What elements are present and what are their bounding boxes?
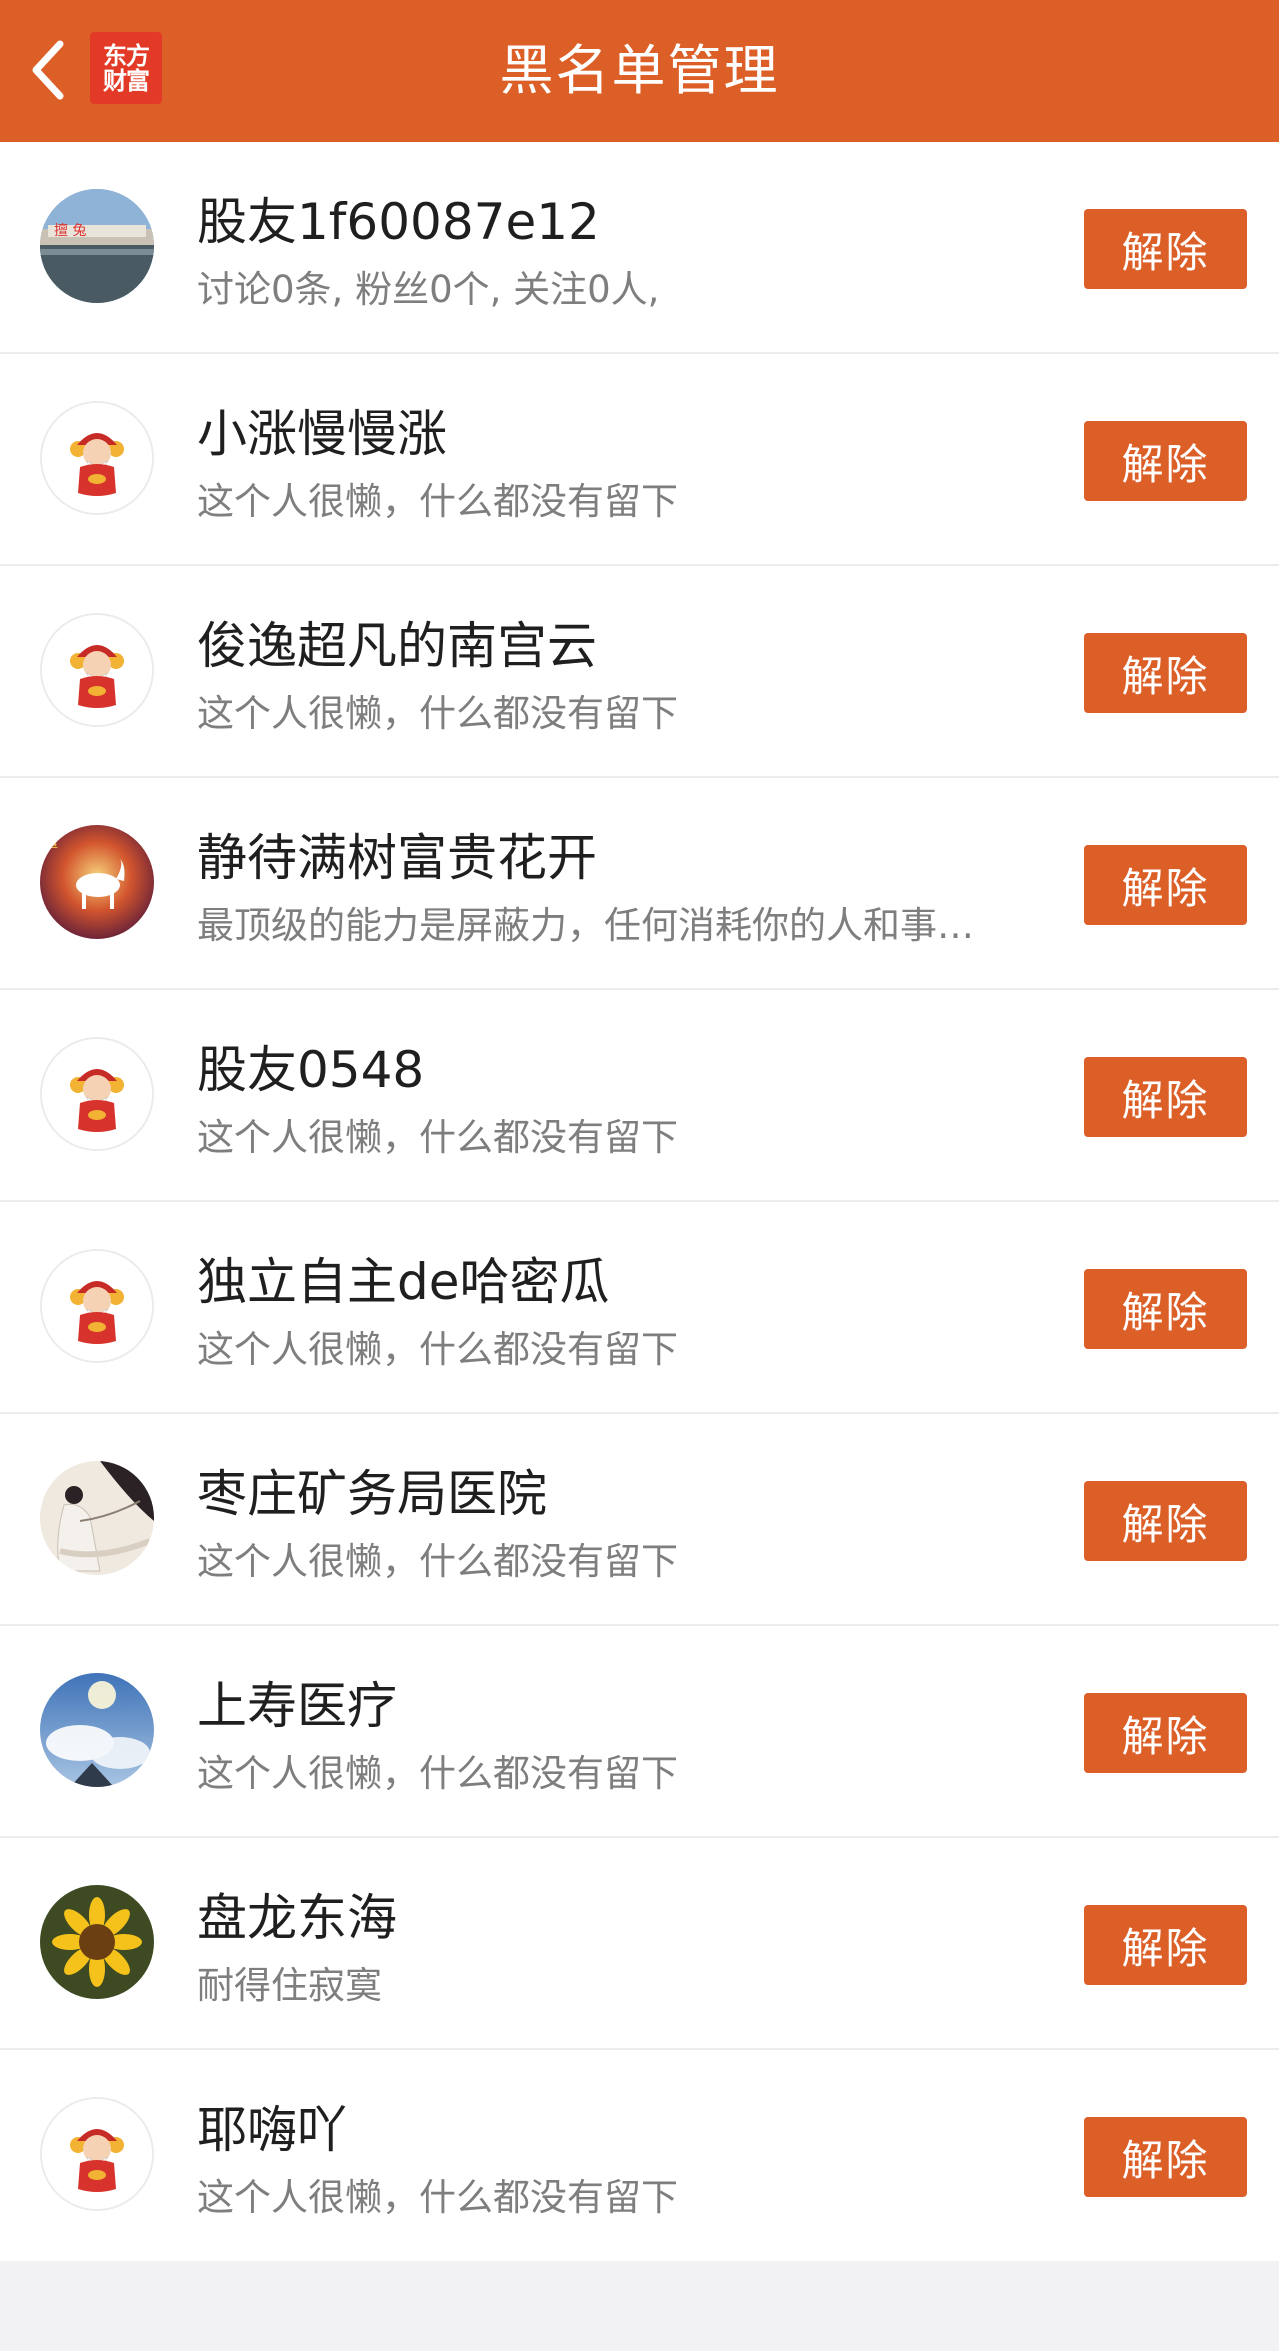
avatar[interactable] [40,1673,154,1787]
list-item: 盘龙东海 耐得住寂寞 解除 [0,1838,1279,2050]
user-name: 股友0548 [197,1041,425,1099]
logo-line-1: 东方 [103,40,150,70]
list-item: 擅 静待满树富贵花开 最顶级的能力是屏蔽力，任何消耗你的人和事… 解除 [0,778,1279,990]
user-description: 这个人很懒，什么都没有留下 [197,692,678,735]
list-item: 独立自主de哈密瓜 这个人很懒，什么都没有留下 解除 [0,1202,1279,1414]
unblock-button[interactable]: 解除 [1084,845,1247,925]
user-description: 这个人很懒，什么都没有留下 [197,1116,678,1159]
app-logo: 东方 财富 [90,32,162,104]
unblock-button[interactable]: 解除 [1084,2117,1247,2197]
avatar[interactable] [40,1249,154,1363]
list-item: 股友0548 这个人很懒，什么都没有留下 解除 [0,990,1279,1202]
list-item: 耶嗨吖 这个人很懒，什么都没有留下 解除 [0,2050,1279,2261]
user-description: 这个人很懒，什么都没有留下 [197,2176,678,2219]
avatar[interactable] [40,1885,154,1999]
avatar[interactable] [40,2097,154,2211]
unblock-button[interactable]: 解除 [1084,1693,1247,1773]
avatar[interactable] [40,1461,154,1575]
user-description: 讨论0条, 粉丝0个, 关注0人, [197,268,660,311]
user-name: 小涨慢慢涨 [197,405,447,463]
header-bar: 东方 财富 黑名单管理 [0,0,1279,142]
unblock-button[interactable]: 解除 [1084,633,1247,713]
avatar[interactable]: 擅 兔 [40,189,154,303]
list-item: 小涨慢慢涨 这个人很懒，什么都没有留下 解除 [0,354,1279,566]
user-name: 股友1f60087e12 [197,193,600,251]
unblock-button[interactable]: 解除 [1084,421,1247,501]
user-description: 耐得住寂寞 [197,1964,382,2007]
unblock-button[interactable]: 解除 [1084,1481,1247,1561]
svg-text:擅: 擅 [44,834,58,851]
logo-line-2: 财富 [103,66,150,95]
list-item: 俊逸超凡的南宫云 这个人很懒，什么都没有留下 解除 [0,566,1279,778]
avatar[interactable] [40,613,154,727]
user-description: 这个人很懒，什么都没有留下 [197,1328,678,1371]
user-name: 俊逸超凡的南宫云 [197,617,597,675]
list-item: 枣庄矿务局医院 这个人很懒，什么都没有留下 解除 [0,1414,1279,1626]
unblock-button[interactable]: 解除 [1084,1269,1247,1349]
list-item: 上寿医疗 这个人很懒，什么都没有留下 解除 [0,1626,1279,1838]
unblock-button[interactable]: 解除 [1084,1905,1247,1985]
back-button[interactable] [18,32,78,108]
user-name: 上寿医疗 [197,1677,397,1735]
avatar[interactable] [40,1037,154,1151]
user-description: 这个人很懒，什么都没有留下 [197,1752,678,1795]
unblock-button[interactable]: 解除 [1084,209,1247,289]
avatar[interactable] [40,401,154,515]
blacklist: 擅 兔 股友1f60087e12 讨论0条, 粉丝0个, 关注0人, 解除 小涨… [0,142,1279,2261]
user-name: 盘龙东海 [197,1889,397,1947]
svg-text:擅 兔: 擅 兔 [54,222,86,239]
user-name: 耶嗨吖 [197,2101,347,2159]
unblock-button[interactable]: 解除 [1084,1057,1247,1137]
user-description: 最顶级的能力是屏蔽力，任何消耗你的人和事… [197,904,974,947]
avatar[interactable]: 擅 [40,825,154,939]
user-description: 这个人很懒，什么都没有留下 [197,480,678,523]
user-name: 静待满树富贵花开 [197,829,597,887]
page-title: 黑名单管理 [499,39,780,102]
chevron-left-icon [32,40,64,100]
user-description: 这个人很懒，什么都没有留下 [197,1540,678,1583]
list-item: 擅 兔 股友1f60087e12 讨论0条, 粉丝0个, 关注0人, 解除 [0,142,1279,354]
user-name: 独立自主de哈密瓜 [197,1253,610,1311]
user-name: 枣庄矿务局医院 [197,1465,547,1523]
